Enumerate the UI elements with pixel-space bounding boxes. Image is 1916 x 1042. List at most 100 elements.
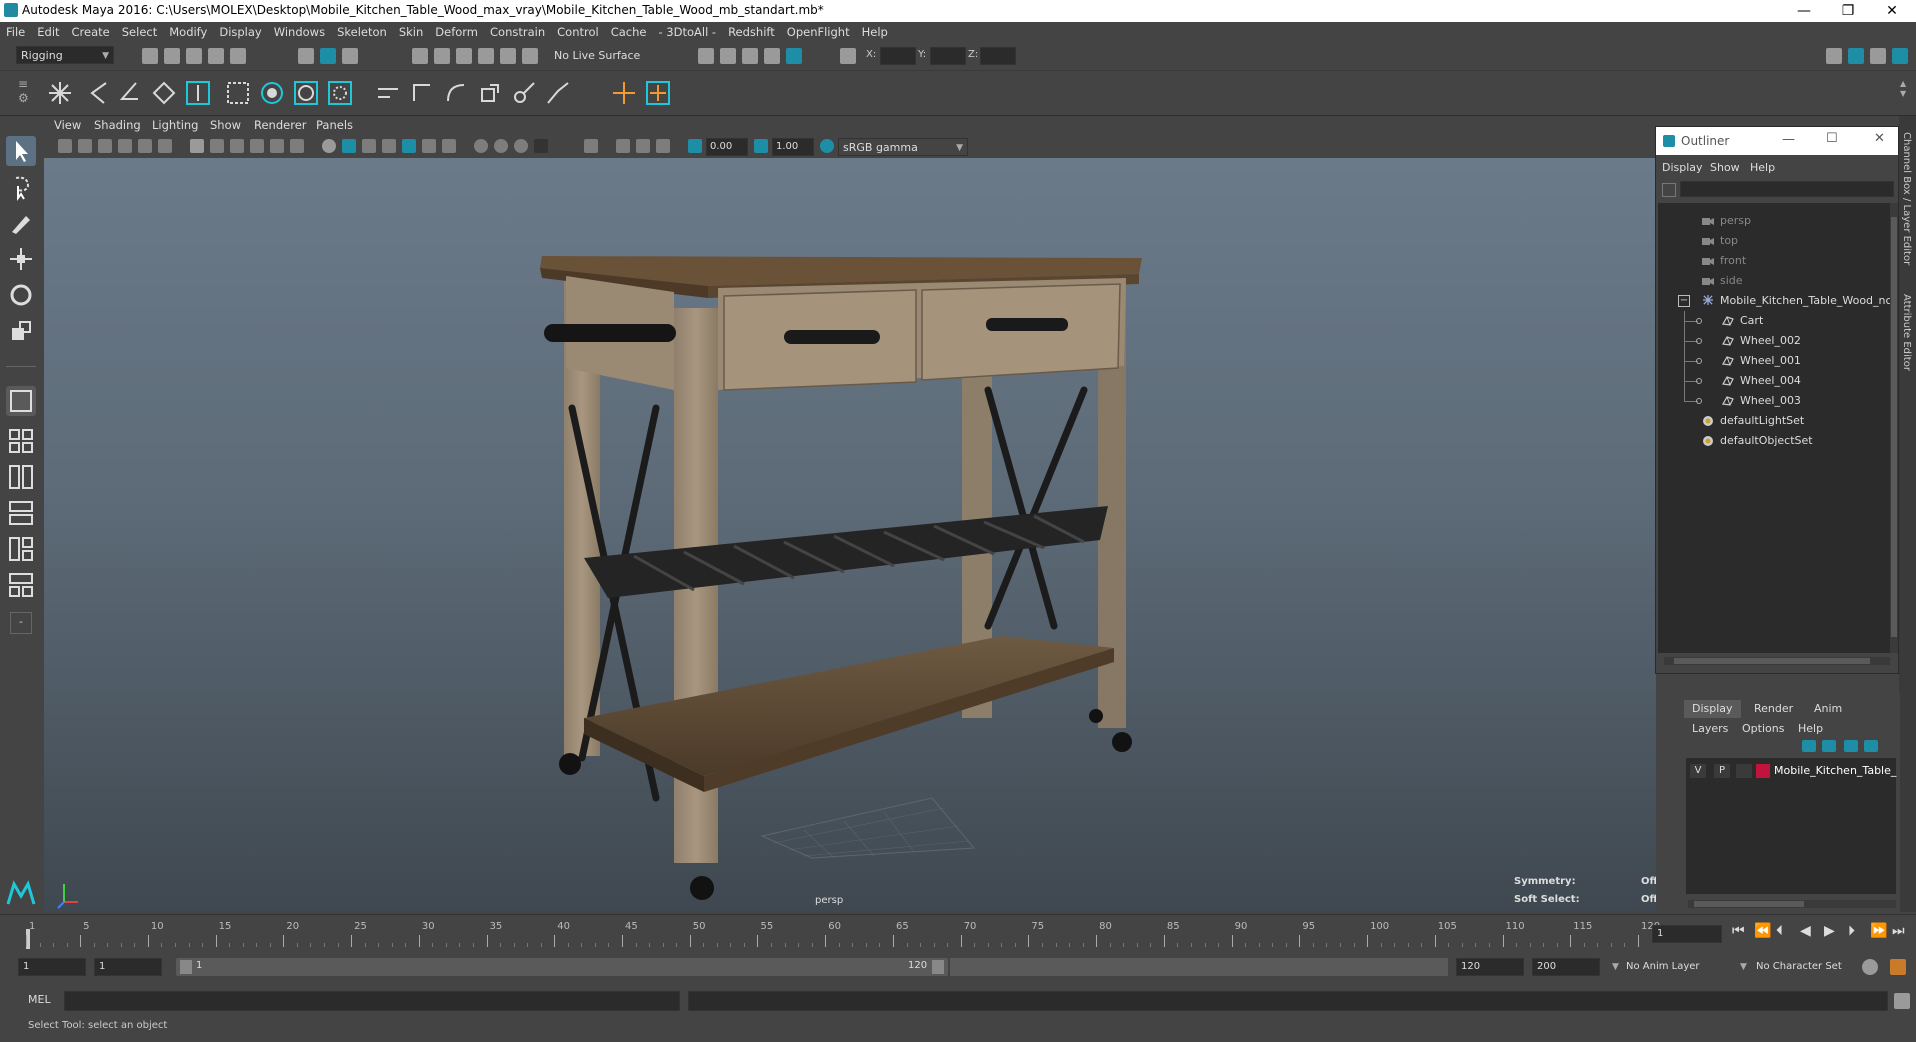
- menu-create[interactable]: Create: [66, 22, 116, 42]
- menu-file[interactable]: File: [0, 22, 31, 42]
- outliner-minimize-icon[interactable]: —: [1782, 132, 1795, 147]
- outliner-close-icon[interactable]: ✕: [1874, 131, 1885, 146]
- joint-tool-icon[interactable]: [46, 79, 74, 107]
- x-field[interactable]: [880, 47, 916, 65]
- outliner-maximize-icon[interactable]: ☐: [1826, 131, 1838, 146]
- create-empty-layer-icon[interactable]: [1844, 740, 1858, 752]
- animation-end-field[interactable]: 200: [1532, 958, 1600, 976]
- film-gate-icon[interactable]: [210, 139, 224, 153]
- layout-options-button[interactable]: -: [10, 612, 32, 634]
- hypershade-icon[interactable]: [786, 48, 802, 64]
- 2d-pan-zoom-icon[interactable]: [138, 139, 152, 153]
- outliner-item-wheel-004[interactable]: Wheel_004: [1658, 371, 1890, 391]
- bind-skin-icon[interactable]: [150, 79, 178, 107]
- grid-icon[interactable]: [190, 139, 204, 153]
- range-start-handle[interactable]: [180, 960, 192, 974]
- go-to-start-icon[interactable]: ⏮: [1732, 923, 1745, 939]
- scale-constraint-icon[interactable]: [476, 79, 504, 107]
- four-view-layout-icon[interactable]: [6, 426, 36, 456]
- menu-skin[interactable]: Skin: [393, 22, 429, 42]
- create-layer-from-selected-icon[interactable]: [1864, 740, 1878, 752]
- minimize-button[interactable]: —: [1782, 0, 1826, 22]
- wireframe-on-shaded-icon[interactable]: [362, 139, 376, 153]
- outliner-item-wheel-002[interactable]: Wheel_002: [1658, 331, 1890, 351]
- channel-box-tab[interactable]: Channel Box / Layer Editor: [1901, 132, 1912, 265]
- panel-menu-show[interactable]: Show: [210, 118, 241, 132]
- attribute-editor-toggle-icon[interactable]: [1848, 48, 1864, 64]
- wireframe-icon[interactable]: [322, 139, 336, 153]
- exposure-icon[interactable]: [688, 139, 702, 153]
- bookmark-icon[interactable]: [98, 139, 112, 153]
- outliner-item-wheel-003[interactable]: Wheel_003: [1658, 391, 1890, 411]
- outliner-item-cart[interactable]: Cart: [1658, 311, 1890, 331]
- menu-edit[interactable]: Edit: [31, 22, 65, 42]
- menu-select[interactable]: Select: [116, 22, 163, 42]
- gate-mask-icon[interactable]: [250, 139, 264, 153]
- rotate-tool-icon[interactable]: [6, 280, 36, 310]
- playback-end-field[interactable]: 120: [1456, 958, 1524, 976]
- animation-preferences-icon[interactable]: [1890, 959, 1906, 975]
- panel-menu-panels[interactable]: Panels: [316, 118, 353, 132]
- persp-graph-layout-icon[interactable]: [6, 498, 36, 528]
- layer-tab-display[interactable]: Display: [1684, 700, 1741, 718]
- render-frame-icon[interactable]: [720, 48, 736, 64]
- menu-windows[interactable]: Windows: [268, 22, 331, 42]
- layer-tab-anim[interactable]: Anim: [1806, 700, 1850, 718]
- menu-constrain[interactable]: Constrain: [484, 22, 551, 42]
- move-tool-icon[interactable]: [6, 244, 36, 274]
- auto-key-icon[interactable]: [1862, 959, 1878, 975]
- interactive-bind-icon[interactable]: [184, 79, 212, 107]
- hypershade-layout-icon[interactable]: [6, 534, 36, 564]
- step-forward-key-icon[interactable]: ⏵: [1848, 923, 1855, 939]
- locator-icon[interactable]: [610, 79, 638, 107]
- layer-tab-render[interactable]: Render: [1746, 700, 1801, 718]
- resolution-gate-icon[interactable]: [230, 139, 244, 153]
- menu-set-dropdown[interactable]: Rigging ▼: [16, 46, 114, 64]
- restore-button[interactable]: ❐: [1826, 0, 1870, 22]
- outliner-item-persp[interactable]: persp: [1658, 211, 1890, 231]
- outliner-item-default-light-set[interactable]: defaultLightSet: [1658, 411, 1890, 431]
- cluster-icon[interactable]: [258, 79, 286, 107]
- xray-active-icon[interactable]: [636, 139, 650, 153]
- step-back-frame-icon[interactable]: ⏪: [1754, 923, 1771, 939]
- shadows-icon[interactable]: [442, 139, 456, 153]
- modeling-toolkit-icon[interactable]: [1826, 48, 1842, 64]
- layer-color-swatch[interactable]: [1756, 764, 1770, 778]
- wrap-deformer-icon[interactable]: [292, 79, 320, 107]
- safe-action-icon[interactable]: [290, 139, 304, 153]
- go-to-end-icon[interactable]: ⏭: [1892, 923, 1905, 939]
- lasso-tool-icon[interactable]: [6, 172, 36, 202]
- motion-blur-icon[interactable]: [494, 139, 508, 153]
- point-constraint-icon[interactable]: [408, 79, 436, 107]
- camera-select-icon[interactable]: [58, 139, 72, 153]
- gamma-field[interactable]: 1.00: [772, 138, 814, 156]
- anti-aliasing-icon[interactable]: [514, 139, 528, 153]
- outliner-item-wheel-001[interactable]: Wheel_001: [1658, 351, 1890, 371]
- outliner-vertical-scrollbar[interactable]: [1890, 203, 1898, 653]
- perspective-viewport[interactable]: persp Symmetry: Off Soft Select: Off: [44, 158, 1656, 912]
- menu-modify[interactable]: Modify: [163, 22, 213, 42]
- layer-playback-toggle[interactable]: P: [1714, 764, 1730, 778]
- redo-icon[interactable]: [230, 48, 246, 64]
- step-back-key-icon[interactable]: ⏴: [1776, 923, 1783, 939]
- view-transform-dropdown[interactable]: sRGB gamma ▼: [838, 138, 968, 156]
- select-tool-icon[interactable]: [6, 136, 36, 166]
- menu-skeleton[interactable]: Skeleton: [331, 22, 393, 42]
- field-chart-icon[interactable]: [270, 139, 284, 153]
- undo-icon[interactable]: [208, 48, 224, 64]
- current-frame-field[interactable]: 1: [1652, 925, 1722, 943]
- z-field[interactable]: [980, 47, 1016, 65]
- panel-menu-lighting[interactable]: Lighting: [152, 118, 198, 132]
- layer-row[interactable]: V P Mobile_Kitchen_Table_: [1686, 762, 1896, 780]
- menu-redshift[interactable]: Redshift: [722, 22, 781, 42]
- transform-mode-icon[interactable]: [840, 48, 856, 64]
- play-forwards-icon[interactable]: ▶: [1824, 923, 1835, 939]
- parent-constraint-icon[interactable]: [374, 79, 402, 107]
- close-button[interactable]: ✕: [1870, 0, 1914, 22]
- select-hierarchy-icon[interactable]: [298, 48, 314, 64]
- ik-handle-icon[interactable]: [84, 79, 112, 107]
- menu-help[interactable]: Help: [856, 22, 894, 42]
- command-language-label[interactable]: MEL: [28, 993, 51, 1006]
- channel-box-toggle-icon[interactable]: [1892, 48, 1908, 64]
- timeline-ruler[interactable]: 1 5 10 15 20 25 30 35 40 45 50 55 60 65 70 75 80 85 90 95 10…: [22, 921, 1660, 949]
